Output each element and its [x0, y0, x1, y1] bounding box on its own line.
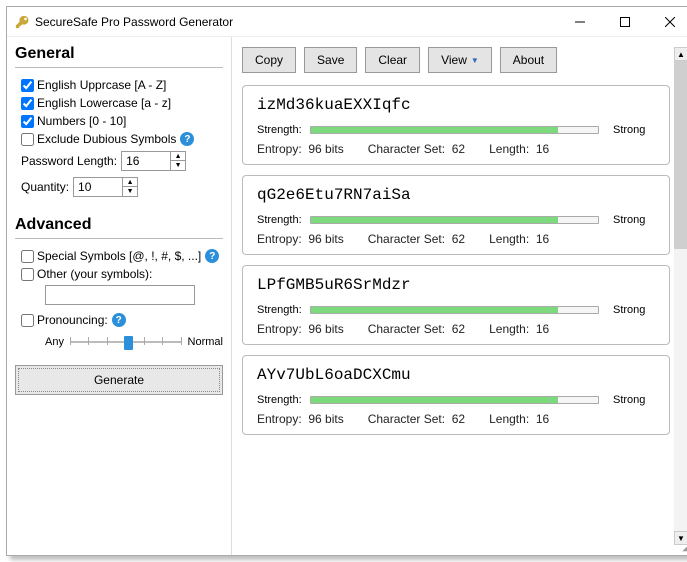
entropy-text: Entropy: 96 bits — [257, 142, 344, 156]
other-symbols-input[interactable] — [45, 285, 195, 305]
resize-grip-icon[interactable]: ◢ — [682, 542, 687, 553]
entropy-text: Entropy: 96 bits — [257, 322, 344, 336]
exclude-label: Exclude Dubious Symbols — [37, 132, 176, 146]
quantity-up-button[interactable]: ▲ — [123, 178, 137, 187]
length-text: Length: 16 — [489, 322, 549, 336]
minimize-icon — [575, 17, 585, 27]
maximize-button[interactable] — [602, 7, 647, 36]
lowercase-checkbox[interactable] — [21, 97, 34, 110]
about-button[interactable]: About — [500, 47, 557, 73]
strength-bar — [310, 216, 599, 224]
password-text: qG2e6Etu7RN7aiSa — [257, 186, 655, 204]
result-card: qG2e6Etu7RN7aiSa Strength: Strong Entropy: … — [242, 175, 670, 255]
strength-bar — [310, 306, 599, 314]
special-checkbox[interactable] — [21, 250, 34, 263]
length-up-button[interactable]: ▲ — [171, 152, 185, 161]
titlebar: SecureSafe Pro Password Generator — [7, 7, 687, 37]
other-label: Other (your symbols): — [37, 267, 152, 281]
help-icon[interactable]: ? — [112, 313, 126, 327]
advanced-heading: Advanced — [15, 214, 223, 239]
slider-left-label: Any — [45, 336, 64, 348]
copy-button[interactable]: Copy — [242, 47, 296, 73]
quantity-input[interactable] — [74, 178, 122, 196]
entropy-text: Entropy: 96 bits — [257, 232, 344, 246]
scroll-thumb[interactable] — [674, 61, 687, 249]
minimize-button[interactable] — [557, 7, 602, 36]
scroll-up-button[interactable]: ▲ — [674, 47, 687, 61]
window-title: SecureSafe Pro Password Generator — [35, 15, 557, 29]
strength-label: Strength: — [257, 124, 302, 136]
quantity-down-button[interactable]: ▼ — [123, 187, 137, 196]
close-button[interactable] — [647, 7, 687, 36]
result-card: LPfGMB5uR6SrMdzr Strength: Strong Entropy: … — [242, 265, 670, 345]
lowercase-label: English Lowercase [a - z] — [37, 96, 171, 110]
charset-text: Character Set: 62 — [368, 232, 465, 246]
pronouncing-checkbox[interactable] — [21, 314, 34, 327]
help-icon[interactable]: ? — [180, 132, 194, 146]
app-window: SecureSafe Pro Password Generator Genera… — [6, 6, 687, 556]
result-card: izMd36kuaEXXIqfc Strength: Strong Entropy: … — [242, 85, 670, 165]
uppercase-label: English Upprcase [A - Z] — [37, 78, 166, 92]
entropy-text: Entropy: 96 bits — [257, 412, 344, 426]
special-label: Special Symbols [@, !, #, $, ...] — [37, 249, 201, 263]
pronouncing-label: Pronouncing: — [37, 313, 108, 327]
charset-text: Character Set: 62 — [368, 412, 465, 426]
length-down-button[interactable]: ▼ — [171, 161, 185, 170]
chevron-down-icon: ▼ — [471, 56, 479, 65]
strength-bar — [310, 396, 599, 404]
clear-button[interactable]: Clear — [365, 47, 420, 73]
close-icon — [665, 17, 675, 27]
numbers-label: Numbers [0 - 10] — [37, 114, 126, 128]
generate-button[interactable]: Generate — [15, 365, 223, 395]
strength-label: Strength: — [257, 214, 302, 226]
general-heading: General — [15, 43, 223, 68]
length-spinner: ▲ ▼ — [121, 151, 186, 171]
length-text: Length: 16 — [489, 232, 549, 246]
pronouncing-slider[interactable] — [70, 333, 182, 351]
length-input[interactable] — [122, 152, 170, 170]
strength-value: Strong — [613, 394, 655, 406]
app-key-icon — [15, 15, 29, 29]
charset-text: Character Set: 62 — [368, 142, 465, 156]
length-text: Length: 16 — [489, 412, 549, 426]
slider-right-label: Normal — [188, 336, 223, 348]
slider-thumb[interactable] — [124, 336, 133, 350]
options-panel: General English Upprcase [A - Z] English… — [7, 37, 232, 555]
results-list: izMd36kuaEXXIqfc Strength: Strong Entropy: … — [242, 85, 687, 545]
charset-text: Character Set: 62 — [368, 322, 465, 336]
quantity-spinner: ▲ ▼ — [73, 177, 138, 197]
other-checkbox[interactable] — [21, 268, 34, 281]
strength-value: Strong — [613, 214, 655, 226]
help-icon[interactable]: ? — [205, 249, 219, 263]
results-panel: Copy Save Clear View▼ About izMd36kuaEXX… — [232, 37, 687, 555]
numbers-checkbox[interactable] — [21, 115, 34, 128]
strength-label: Strength: — [257, 394, 302, 406]
scrollbar[interactable]: ▲ ▼ — [674, 47, 687, 545]
length-label: Password Length: — [21, 154, 117, 168]
strength-label: Strength: — [257, 304, 302, 316]
result-card: AYv7UbL6oaDCXCmu Strength: Strong Entropy: … — [242, 355, 670, 435]
password-text: AYv7UbL6oaDCXCmu — [257, 366, 655, 384]
view-button[interactable]: View▼ — [428, 47, 492, 73]
exclude-checkbox[interactable] — [21, 133, 34, 146]
strength-value: Strong — [613, 124, 655, 136]
maximize-icon — [620, 17, 630, 27]
uppercase-checkbox[interactable] — [21, 79, 34, 92]
length-text: Length: 16 — [489, 142, 549, 156]
strength-bar — [310, 126, 599, 134]
quantity-label: Quantity: — [21, 180, 69, 194]
password-text: izMd36kuaEXXIqfc — [257, 96, 655, 114]
strength-value: Strong — [613, 304, 655, 316]
toolbar: Copy Save Clear View▼ About — [242, 47, 687, 73]
password-text: LPfGMB5uR6SrMdzr — [257, 276, 655, 294]
save-button[interactable]: Save — [304, 47, 357, 73]
